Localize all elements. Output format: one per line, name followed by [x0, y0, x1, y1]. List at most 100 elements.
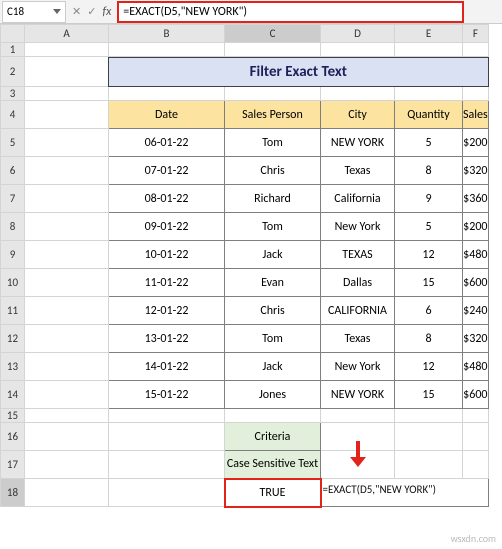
row-head[interactable]: 18 [1, 479, 25, 507]
table-cell[interactable]: Jack [225, 353, 321, 381]
col-head-C[interactable]: C [225, 25, 321, 43]
cell[interactable] [463, 451, 489, 479]
table-cell[interactable]: Tom [225, 129, 321, 157]
cell[interactable] [463, 409, 489, 423]
cell[interactable] [463, 423, 489, 451]
cell[interactable] [25, 297, 109, 325]
row-head[interactable]: 5 [1, 129, 25, 157]
cell[interactable] [25, 87, 109, 101]
table-cell[interactable]: Evan [225, 269, 321, 297]
name-box[interactable]: C18 [2, 1, 66, 23]
table-cell[interactable]: 15 [395, 269, 463, 297]
cell[interactable] [25, 101, 109, 129]
cell[interactable] [25, 43, 109, 57]
table-cell[interactable]: $320 [463, 157, 489, 185]
table-cell[interactable]: $480 [463, 353, 489, 381]
row-head[interactable]: 1 [1, 43, 25, 57]
table-cell[interactable]: 15-01-22 [109, 381, 225, 409]
table-header-sales[interactable]: Sales [463, 101, 489, 129]
table-cell[interactable]: 12 [395, 353, 463, 381]
select-all-corner[interactable] [1, 25, 25, 43]
cell[interactable] [395, 451, 463, 479]
col-head-D[interactable]: D [321, 25, 395, 43]
table-cell[interactable]: 15 [395, 381, 463, 409]
criteria-subheader[interactable]: Case Sensitive Text [225, 451, 321, 479]
table-cell[interactable]: Texas [321, 325, 395, 353]
row-head[interactable]: 8 [1, 213, 25, 241]
row-head[interactable]: 12 [1, 325, 25, 353]
cell[interactable] [25, 129, 109, 157]
cell[interactable] [25, 185, 109, 213]
table-cell[interactable]: 11-01-22 [109, 269, 225, 297]
cell[interactable] [321, 451, 395, 479]
cell[interactable]: =EXACT(D5,"NEW YORK") [321, 479, 489, 507]
cell[interactable] [321, 43, 395, 57]
table-cell[interactable]: NEW YORK [321, 129, 395, 157]
table-cell[interactable]: $320 [463, 325, 489, 353]
table-cell[interactable]: Richard [225, 185, 321, 213]
row-head[interactable]: 2 [1, 57, 25, 87]
row-head[interactable]: 7 [1, 185, 25, 213]
col-head-F[interactable]: F [463, 25, 489, 43]
table-cell[interactable]: NEW YORK [321, 381, 395, 409]
cell[interactable] [321, 87, 395, 101]
table-cell[interactable]: $480 [463, 241, 489, 269]
cell[interactable] [225, 43, 321, 57]
cell[interactable] [25, 269, 109, 297]
table-cell[interactable]: $200 [463, 129, 489, 157]
table-cell[interactable]: Chris [225, 297, 321, 325]
table-cell[interactable]: 13-01-22 [109, 325, 225, 353]
table-cell[interactable]: 5 [395, 213, 463, 241]
table-cell[interactable]: 6 [395, 297, 463, 325]
row-head[interactable]: 13 [1, 353, 25, 381]
cell[interactable] [25, 241, 109, 269]
cell[interactable] [25, 451, 109, 479]
table-cell[interactable]: Dallas [321, 269, 395, 297]
criteria-value-cell[interactable]: TRUE [225, 479, 321, 507]
cell[interactable] [25, 57, 109, 87]
cell[interactable] [463, 87, 489, 101]
table-header-date[interactable]: Date [109, 101, 225, 129]
col-head-B[interactable]: B [109, 25, 225, 43]
cell[interactable] [25, 381, 109, 409]
cell[interactable] [395, 87, 463, 101]
cell[interactable] [109, 43, 225, 57]
table-cell[interactable]: California [321, 185, 395, 213]
cell[interactable] [25, 213, 109, 241]
formula-bar[interactable]: =EXACT(D5,"NEW YORK") [117, 1, 464, 23]
table-cell[interactable]: $200 [463, 213, 489, 241]
cell[interactable] [395, 43, 463, 57]
title-cell[interactable]: Filter Exact Text [109, 57, 489, 87]
table-cell[interactable]: Jones [225, 381, 321, 409]
table-cell[interactable]: CALIFORNIA [321, 297, 395, 325]
chevron-down-icon[interactable] [53, 9, 61, 14]
cell[interactable] [463, 43, 489, 57]
col-head-E[interactable]: E [395, 25, 463, 43]
table-cell[interactable]: $600 [463, 269, 489, 297]
cell[interactable] [109, 409, 225, 423]
table-cell[interactable]: New York [321, 353, 395, 381]
table-cell[interactable]: 10-01-22 [109, 241, 225, 269]
table-cell[interactable]: New York [321, 213, 395, 241]
cell[interactable] [225, 87, 321, 101]
table-cell[interactable]: Tom [225, 325, 321, 353]
table-cell[interactable]: 8 [395, 157, 463, 185]
row-head[interactable]: 10 [1, 269, 25, 297]
table-cell[interactable]: Jack [225, 241, 321, 269]
table-cell[interactable]: Tom [225, 213, 321, 241]
table-cell[interactable]: TEXAS [321, 241, 395, 269]
table-cell[interactable]: 9 [395, 185, 463, 213]
table-cell[interactable]: 12-01-22 [109, 297, 225, 325]
table-cell[interactable]: 06-01-22 [109, 129, 225, 157]
table-cell[interactable]: 8 [395, 325, 463, 353]
table-cell[interactable]: Texas [321, 157, 395, 185]
row-head[interactable]: 17 [1, 451, 25, 479]
cell[interactable] [395, 409, 463, 423]
cell[interactable] [109, 479, 225, 507]
cell[interactable] [25, 409, 109, 423]
table-cell[interactable]: 12 [395, 241, 463, 269]
cell[interactable] [395, 423, 463, 451]
cell[interactable] [109, 451, 225, 479]
table-header-qty[interactable]: Quantity [395, 101, 463, 129]
row-head[interactable]: 6 [1, 157, 25, 185]
